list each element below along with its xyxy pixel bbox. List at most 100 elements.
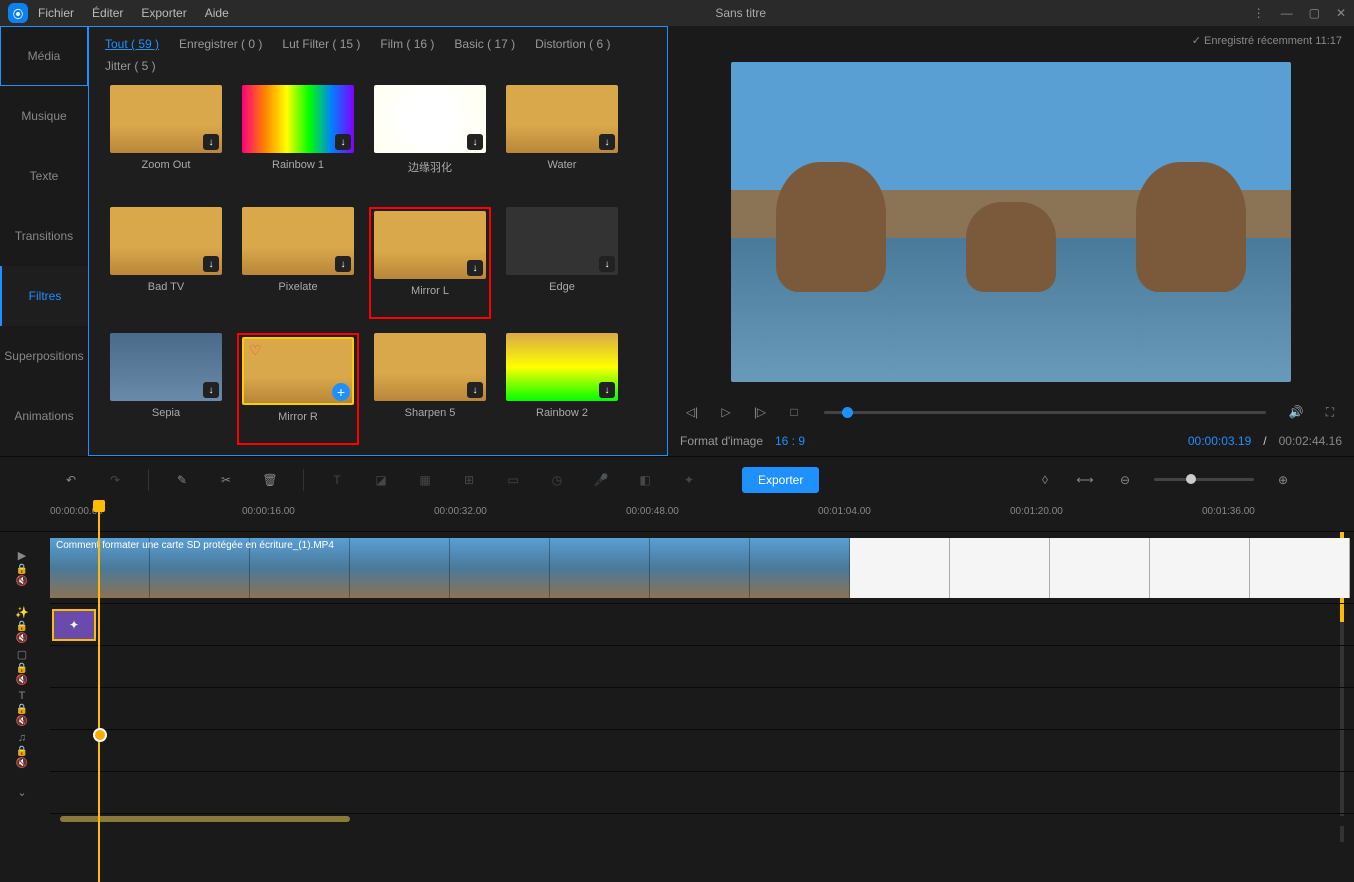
play-button[interactable]: ▷ — [714, 400, 738, 424]
filter-item-rainbow-1[interactable]: ↓Rainbow 1 — [237, 85, 359, 193]
filter-thumb[interactable]: ↓ — [374, 211, 486, 279]
download-icon[interactable]: ↓ — [203, 134, 219, 150]
mute-icon[interactable]: 🔇 — [16, 675, 28, 686]
wand-tool[interactable]: ✦ — [678, 469, 700, 491]
heart-icon[interactable]: ♡ — [249, 342, 262, 359]
filter-item-pixelate[interactable]: ↓Pixelate — [237, 207, 359, 319]
tab-animations[interactable]: Animations — [0, 386, 88, 446]
marker-tool[interactable]: ◊ — [1034, 469, 1056, 491]
timeline-horizontal-scrollbar[interactable] — [0, 816, 1354, 826]
mic-tool[interactable]: 🎤 — [590, 469, 612, 491]
fullscreen-icon[interactable]: ⛶ — [1318, 400, 1342, 424]
filter-thumb[interactable]: ↓ — [110, 333, 222, 401]
filter-thumb[interactable]: ↓ — [242, 85, 354, 153]
tab-music[interactable]: Musique — [0, 86, 88, 146]
download-icon[interactable]: ↓ — [467, 382, 483, 398]
fit-tool[interactable]: ⟷ — [1074, 469, 1096, 491]
filter-cat-distortion[interactable]: Distortion ( 6 ) — [535, 37, 610, 51]
filter-cat-all[interactable]: Tout ( 59 ) — [105, 37, 159, 51]
filter-item-边缘羽化[interactable]: ↓边缘羽化 — [369, 85, 491, 193]
zoom-out-button[interactable]: ⊖ — [1114, 469, 1136, 491]
more-icon[interactable]: ⋮ — [1253, 6, 1265, 20]
chevron-down-icon[interactable]: ⌄ — [17, 786, 26, 799]
filter-thumb[interactable]: ↓ — [506, 207, 618, 275]
filter-thumb[interactable]: ↓ — [110, 207, 222, 275]
time-ruler[interactable]: 00:00:00.0000:00:16.0000:00:32.0000:00:4… — [0, 502, 1354, 532]
next-frame-button[interactable]: |▷ — [748, 400, 772, 424]
mosaic-tool[interactable]: ▦ — [414, 469, 436, 491]
overlay-track[interactable]: ▢ 🔒🔇 — [50, 646, 1354, 688]
export-button[interactable]: Exporter — [742, 467, 819, 493]
zoom-in-button[interactable]: ⊕ — [1272, 469, 1294, 491]
download-icon[interactable]: ↓ — [203, 382, 219, 398]
video-track-head[interactable]: ▶ 🔒🔇 — [0, 532, 44, 603]
tab-transitions[interactable]: Transitions — [0, 206, 88, 266]
filter-item-mirror-r[interactable]: +♡Mirror R — [237, 333, 359, 445]
menu-edit[interactable]: Éditer — [92, 6, 123, 20]
filter-thumb[interactable]: ↓ — [506, 85, 618, 153]
app-icon[interactable]: ⦿ — [8, 3, 28, 23]
edit-tool[interactable]: ✎ — [171, 469, 193, 491]
tab-text[interactable]: Texte — [0, 146, 88, 206]
stop-button[interactable]: □ — [782, 400, 806, 424]
filter-clip[interactable]: ✦ — [52, 609, 96, 641]
video-clip[interactable]: Comment formater une carte SD protégée e… — [50, 538, 1340, 598]
progress-bar[interactable] — [824, 411, 1266, 414]
filter-item-rainbow-2[interactable]: ↓Rainbow 2 — [501, 333, 623, 445]
progress-handle[interactable] — [842, 407, 853, 418]
text-track[interactable]: T 🔒🔇 — [50, 688, 1354, 730]
filter-thumb[interactable]: ↓ — [506, 333, 618, 401]
filter-item-water[interactable]: ↓Water — [501, 85, 623, 193]
filter-thumb[interactable]: ↓ — [374, 85, 486, 153]
scrollbar-thumb[interactable] — [60, 816, 350, 822]
minimize-icon[interactable]: — — [1281, 6, 1293, 20]
tab-overlays[interactable]: Superpositions — [0, 326, 88, 386]
text-track-head[interactable]: T 🔒🔇 — [0, 688, 44, 729]
extra-track[interactable]: ⌄ — [50, 772, 1354, 814]
filter-item-mirror-l[interactable]: ↓Mirror L — [369, 207, 491, 319]
redo-button[interactable]: ↷ — [104, 469, 126, 491]
filter-item-bad-tv[interactable]: ↓Bad TV — [105, 207, 227, 319]
add-icon[interactable]: + — [332, 383, 350, 401]
download-icon[interactable]: ↓ — [203, 256, 219, 272]
menu-help[interactable]: Aide — [205, 6, 229, 20]
extra-track-head[interactable]: ⌄ — [0, 772, 44, 813]
playhead[interactable] — [98, 502, 100, 882]
mute-icon[interactable]: 🔇 — [16, 576, 28, 587]
filter-cat-film[interactable]: Film ( 16 ) — [380, 37, 434, 51]
filter-item-zoom-out[interactable]: ↓Zoom Out — [105, 85, 227, 193]
download-icon[interactable]: ↓ — [467, 134, 483, 150]
menu-export[interactable]: Exporter — [141, 6, 186, 20]
mute-icon[interactable]: 🔇 — [16, 758, 28, 769]
filter-cat-jitter[interactable]: Jitter ( 5 ) — [105, 59, 156, 73]
filter-item-sharpen-5[interactable]: ↓Sharpen 5 — [369, 333, 491, 445]
text-tool[interactable]: T — [326, 469, 348, 491]
aspect-ratio[interactable]: 16 : 9 — [775, 434, 805, 448]
prev-frame-button[interactable]: ◁| — [680, 400, 704, 424]
delete-tool[interactable]: 🗑 — [259, 469, 281, 491]
frame-tool[interactable]: ▭ — [502, 469, 524, 491]
download-icon[interactable]: ↓ — [599, 256, 615, 272]
filter-track[interactable]: ✨ 🔒🔇 ✦ — [50, 604, 1354, 646]
lock-icon[interactable]: 🔒 — [16, 621, 28, 632]
download-icon[interactable]: ↓ — [335, 134, 351, 150]
zoom-handle[interactable] — [1186, 474, 1196, 484]
undo-button[interactable]: ↶ — [60, 469, 82, 491]
filter-item-edge[interactable]: ↓Edge — [501, 207, 623, 319]
filter-thumb[interactable]: ↓ — [374, 333, 486, 401]
tab-media[interactable]: Média — [0, 26, 88, 86]
filter-cat-lut[interactable]: Lut Filter ( 15 ) — [282, 37, 360, 51]
filter-cat-saved[interactable]: Enregistrer ( 0 ) — [179, 37, 262, 51]
lock-icon[interactable]: 🔒 — [16, 704, 28, 715]
cut-tool[interactable]: ✂ — [215, 469, 237, 491]
cut-marker-icon[interactable] — [93, 728, 107, 742]
download-icon[interactable]: ↓ — [467, 260, 483, 276]
color-tool[interactable]: ◧ — [634, 469, 656, 491]
lock-icon[interactable]: 🔒 — [16, 564, 28, 575]
preview-area[interactable] — [680, 51, 1342, 392]
zoom-slider[interactable] — [1154, 478, 1254, 481]
mute-icon[interactable]: 🔇 — [16, 716, 28, 727]
crop-tool[interactable]: ◪ — [370, 469, 392, 491]
video-track[interactable]: ▶ 🔒🔇 Comment formater une carte SD proté… — [50, 532, 1354, 604]
tab-filters[interactable]: Filtres — [0, 266, 88, 326]
